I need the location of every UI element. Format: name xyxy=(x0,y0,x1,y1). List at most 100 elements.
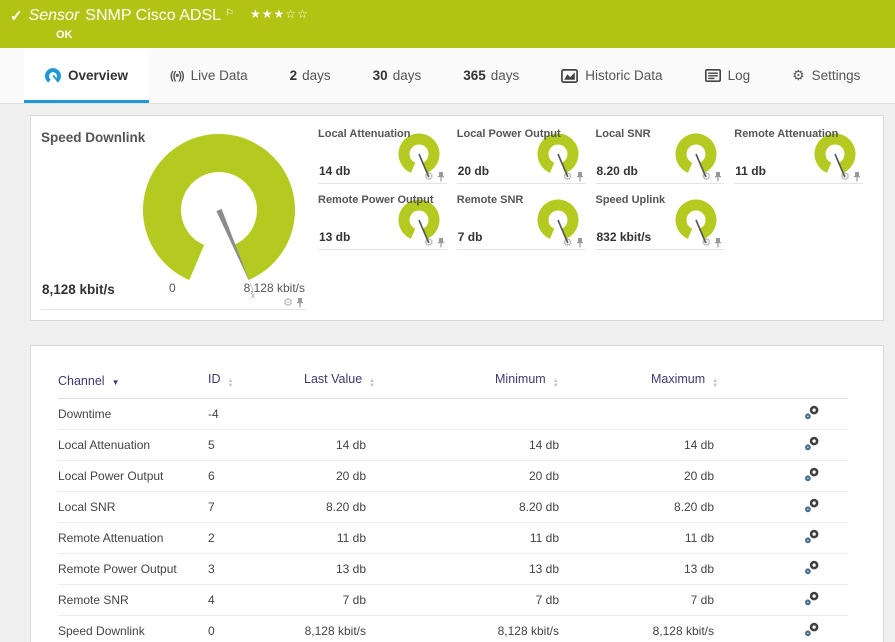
gauge-scale-max-label: 8,128 kbit/s xyxy=(243,281,305,295)
tab-historic-data[interactable]: Historic Data xyxy=(540,48,683,103)
gauge xyxy=(672,199,720,250)
tab-overview[interactable]: Overview xyxy=(24,48,150,103)
column-header-last[interactable]: Last Value ▲ ▼ xyxy=(304,366,495,399)
tab-log[interactable]: Log xyxy=(684,48,772,103)
pin-icon[interactable] xyxy=(296,297,304,308)
channel-last-value: 20 db xyxy=(304,460,495,492)
channel-maximum: 8,128 kbit/s xyxy=(651,615,791,642)
channel-minimum: 8,128 kbit/s xyxy=(495,615,651,642)
channel-table-panel: Channel ▼ ID ▲ ▼ Last Value ▲ ▼ Minimum ▲ ▼ Maximum… xyxy=(30,345,884,642)
main-gauge-tile: Speed Downlink x 0 8,128 kbit/s 8,128 kb… xyxy=(41,126,306,310)
tab-label: days xyxy=(490,68,520,83)
channel-actions-cell xyxy=(791,491,848,523)
gauge xyxy=(534,199,582,250)
channel-row-remote-snr[interactable]: Remote SNR 4 7 db 7 db 7 db xyxy=(58,584,848,616)
gauge-title: Local Power Output xyxy=(456,128,561,140)
channel-settings-icon[interactable] xyxy=(804,529,820,544)
chart-icon xyxy=(561,68,579,83)
channel-last-value xyxy=(304,398,495,430)
sort-icon: ▲ ▼ xyxy=(712,378,719,389)
favorite-rating[interactable]: ★★★☆☆ xyxy=(250,5,309,23)
channel-row-speed-downlink[interactable]: Speed Downlink 0 8,128 kbit/s 8,128 kbit/s 8… xyxy=(58,615,848,642)
tab-2-days[interactable]: 2 days xyxy=(269,48,352,103)
channel-actions-cell xyxy=(791,460,848,492)
channel-actions-cell xyxy=(791,584,848,616)
channel-minimum: 13 db xyxy=(495,553,651,585)
gauge-tile-remote-power-output: Remote Power Output 13 db ⚙ xyxy=(318,192,447,250)
channel-settings-icon[interactable] xyxy=(804,467,820,482)
channel-settings-icon[interactable] xyxy=(804,498,820,513)
column-label: Channel xyxy=(58,373,105,388)
gauge-title: Remote Attenuation xyxy=(734,128,839,140)
channel-maximum: 13 db xyxy=(651,553,791,585)
gauge-title: Local SNR xyxy=(595,128,651,140)
column-label: Last Value xyxy=(304,372,363,386)
column-label: Maximum xyxy=(651,372,706,386)
gauge-title: Remote SNR xyxy=(456,194,524,206)
gauge-tile-local-power-output: Local Power Output 20 db ⚙ xyxy=(456,126,586,184)
tab-number: 30 xyxy=(372,68,388,83)
main-gauge-value: 8,128 kbit/s xyxy=(42,282,115,297)
small-gauges-grid: Local Attenuation 14 db ⚙ Local Power Outpu… xyxy=(318,126,873,310)
tab-365-days[interactable]: 365 days xyxy=(442,48,540,103)
column-header-id[interactable]: ID ▲ ▼ xyxy=(208,366,304,399)
column-header-min[interactable]: Minimum ▲ ▼ xyxy=(495,366,651,399)
channel-name: Local Attenuation xyxy=(58,429,208,461)
channel-settings-icon[interactable] xyxy=(804,591,820,606)
gauge xyxy=(395,199,443,250)
channel-row-local-snr[interactable]: Local SNR 7 8.20 db 8.20 db 8.20 db xyxy=(58,491,848,523)
gauge-value: 13 db xyxy=(319,230,351,244)
gauge-tile-local-snr: Local SNR 8.20 db ⚙ xyxy=(595,126,725,184)
channel-settings-icon[interactable] xyxy=(804,405,820,420)
star-filled-icon[interactable]: ★ xyxy=(250,7,262,21)
gauge-value: 7 db xyxy=(457,230,483,244)
channel-name: Local SNR xyxy=(58,491,208,523)
sort-icon: ▲ ▼ xyxy=(369,378,376,389)
column-label: ID xyxy=(208,372,221,386)
star-empty-icon[interactable]: ☆ xyxy=(297,7,309,21)
tab-settings[interactable]: ⚙ Settings xyxy=(771,48,881,103)
column-header-channel[interactable]: Channel ▼ xyxy=(58,366,208,399)
gauge-tile-speed-uplink: Speed Uplink 832 kbit/s ⚙ xyxy=(595,192,725,250)
channel-id: 2 xyxy=(208,522,304,554)
channel-row-local-attenuation[interactable]: Local Attenuation 5 14 db 14 db 14 db xyxy=(58,429,848,461)
object-kind-label: Sensor xyxy=(28,7,80,24)
gauge-value: 11 db xyxy=(735,164,766,178)
channel-settings-icon[interactable] xyxy=(804,560,820,575)
log-icon xyxy=(704,69,721,82)
channel-row-remote-power-output[interactable]: Remote Power Output 3 13 db 13 db 13 db xyxy=(58,553,848,585)
channel-settings-icon[interactable] xyxy=(804,622,820,637)
channel-id: -4 xyxy=(208,398,304,430)
channel-last-value: 8.20 db xyxy=(304,491,495,523)
tab-number: 365 xyxy=(463,68,486,83)
tab-label: Historic Data xyxy=(585,68,663,83)
star-empty-icon[interactable]: ☆ xyxy=(285,7,297,21)
channel-last-value: 8,128 kbit/s xyxy=(304,615,495,642)
gear-icon[interactable]: ⚙ xyxy=(283,297,293,308)
channel-minimum xyxy=(495,398,651,430)
channel-maximum xyxy=(651,398,791,430)
gauge-value: 14 db xyxy=(319,164,351,178)
channel-row-local-power-output[interactable]: Local Power Output 6 20 db 20 db 20 db xyxy=(58,460,848,492)
gauge-tile-remote-attenuation: Remote Attenuation 11 db ⚙ xyxy=(734,126,863,184)
channel-id: 5 xyxy=(208,429,304,461)
main-content: Speed Downlink x 0 8,128 kbit/s 8,128 kb… xyxy=(30,115,884,642)
channel-row-downtime[interactable]: Downtime -4 xyxy=(58,398,848,430)
priority-flag-icon[interactable]: ⚐ xyxy=(225,5,234,23)
channel-row-remote-attenuation[interactable]: Remote Attenuation 2 11 db 11 db 11 db xyxy=(58,522,848,554)
sensor-status-text: OK xyxy=(56,29,73,41)
tab-live-data[interactable]: ((•)) Live Data xyxy=(149,48,269,103)
sort-desc-icon: ▼ xyxy=(111,377,120,387)
star-filled-icon[interactable]: ★ xyxy=(262,7,274,21)
channel-minimum: 20 db xyxy=(495,460,651,492)
gauge-scale-min-label: 0 xyxy=(169,281,176,295)
table-header-row: Channel ▼ ID ▲ ▼ Last Value ▲ ▼ Minimum ▲ ▼ Maximum… xyxy=(58,366,848,399)
channel-settings-icon[interactable] xyxy=(804,436,820,451)
tab-30-days[interactable]: 30 days xyxy=(352,48,443,103)
star-filled-icon[interactable]: ★ xyxy=(274,7,286,21)
channel-name: Speed Downlink xyxy=(58,615,208,642)
channel-last-value: 13 db xyxy=(304,553,495,585)
column-header-max[interactable]: Maximum ▲ ▼ xyxy=(651,366,791,399)
channel-maximum: 14 db xyxy=(651,429,791,461)
gauge-icon xyxy=(45,68,61,83)
